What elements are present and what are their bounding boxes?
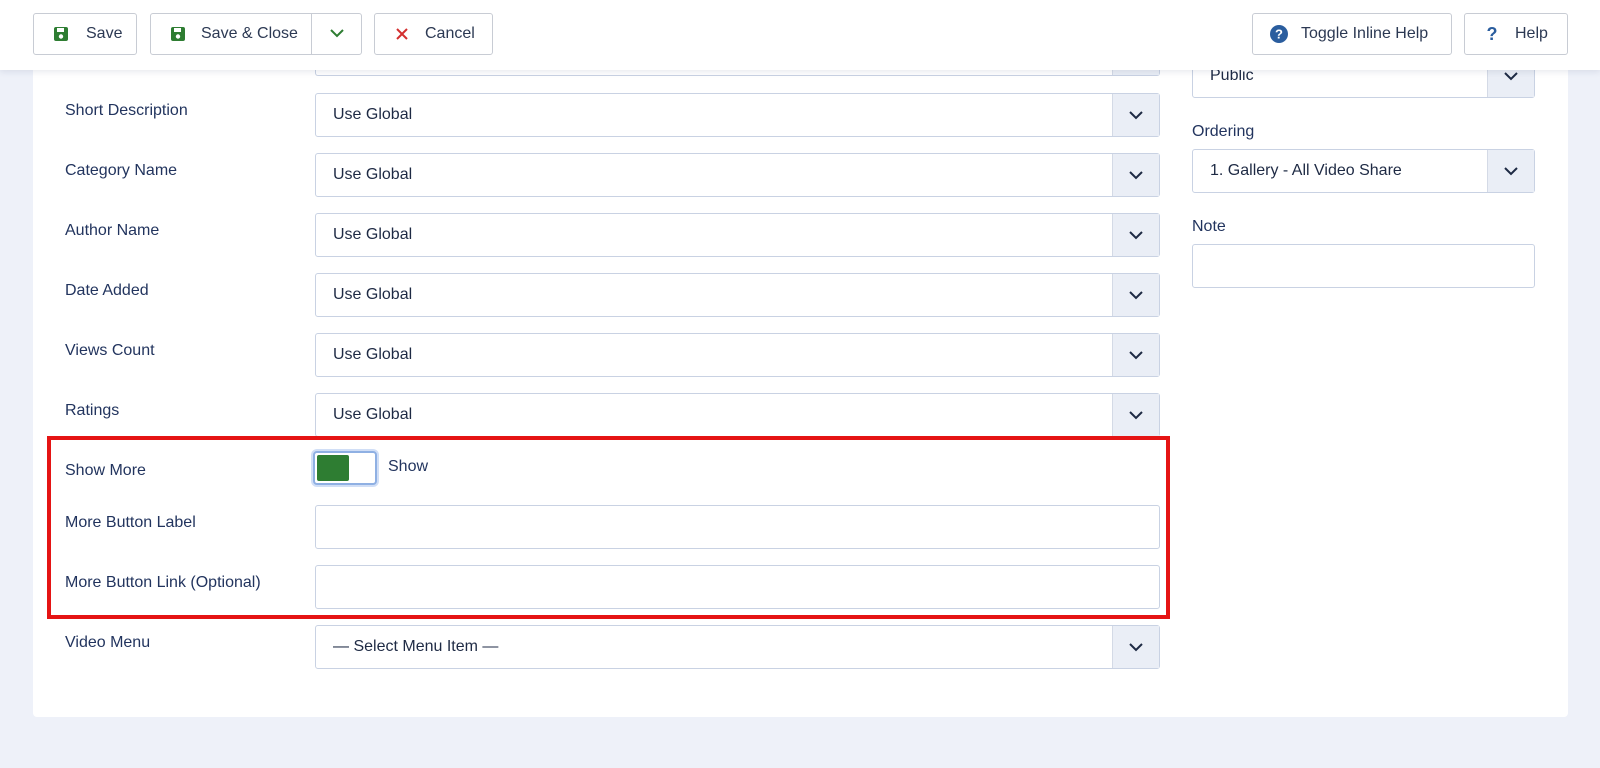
select-value: 1. Gallery - All Video Share	[1210, 162, 1402, 179]
save-close-button-group: Save & Close	[150, 13, 362, 55]
toolbar: Save Save & Close Cancel ? Toggle Inline…	[0, 0, 1600, 70]
label-ordering: Ordering	[1192, 123, 1255, 140]
floppy-disk-icon	[52, 25, 70, 43]
select-value: Use Global	[333, 286, 413, 303]
select-value: Use Global	[333, 406, 413, 423]
question-circle-icon: ?	[1270, 25, 1288, 43]
chevron-down-icon	[1112, 214, 1159, 256]
save-button[interactable]: Save	[33, 13, 137, 55]
select-value: Use Global	[333, 106, 413, 123]
toggle-inline-help-label: Toggle Inline Help	[1301, 25, 1429, 42]
select-short-description[interactable]: Use Global	[315, 93, 1160, 137]
show-more-toggle[interactable]	[313, 451, 377, 485]
save-close-label: Save & Close	[201, 25, 298, 42]
label-author-name: Author Name	[65, 222, 160, 239]
more-button-link-input[interactable]	[315, 565, 1160, 609]
select-value: Use Global	[333, 346, 413, 363]
toggle-knob	[349, 455, 373, 481]
show-more-state-text: Show	[388, 458, 429, 475]
chevron-down-icon	[1112, 154, 1159, 196]
label-show-more: Show More	[65, 462, 146, 479]
chevron-down-icon	[329, 25, 345, 43]
note-input[interactable]	[1192, 244, 1535, 288]
label-video-menu: Video Menu	[65, 634, 151, 651]
close-icon	[393, 25, 411, 43]
save-close-button[interactable]: Save & Close	[151, 14, 312, 54]
select-ratings[interactable]: Use Global	[315, 393, 1160, 437]
chevron-down-icon	[1112, 394, 1159, 436]
help-button[interactable]: ? Help	[1464, 13, 1568, 55]
select-value: — Select Menu Item —	[333, 638, 499, 655]
toggle-inline-help-button[interactable]: ? Toggle Inline Help	[1252, 13, 1452, 55]
chevron-down-icon	[1112, 274, 1159, 316]
chevron-down-icon	[1112, 94, 1159, 136]
svg-text:?: ?	[1275, 27, 1283, 42]
question-mark-icon: ?	[1486, 23, 1498, 44]
select-date-added[interactable]: Use Global	[315, 273, 1160, 317]
help-label: Help	[1515, 25, 1548, 42]
select-author-name[interactable]: Use Global	[315, 213, 1160, 257]
more-button-label-input[interactable]	[315, 505, 1160, 549]
save-options-dropdown-button[interactable]	[312, 14, 361, 54]
select-category-name[interactable]: Use Global	[315, 153, 1160, 197]
chevron-down-icon	[1487, 150, 1534, 192]
select-video-menu[interactable]: — Select Menu Item —	[315, 625, 1160, 669]
select-ordering[interactable]: 1. Gallery - All Video Share	[1192, 149, 1535, 193]
select-value: Use Global	[333, 226, 413, 243]
label-ratings: Ratings	[65, 402, 120, 419]
select-value: Use Global	[333, 166, 413, 183]
chevron-down-icon	[1112, 626, 1159, 668]
label-short-description: Short Description	[65, 102, 188, 119]
label-views-count: Views Count	[65, 342, 155, 359]
label-more-button-label: More Button Label	[65, 514, 196, 531]
select-views-count[interactable]: Use Global	[315, 333, 1160, 377]
label-more-button-link: More Button Link (Optional)	[65, 574, 261, 591]
floppy-disk-icon	[169, 25, 187, 43]
label-category-name: Category Name	[65, 162, 178, 179]
cancel-button[interactable]: Cancel	[374, 13, 493, 55]
save-label: Save	[86, 25, 123, 42]
label-date-added: Date Added	[65, 282, 149, 299]
chevron-down-icon	[1112, 334, 1159, 376]
label-note: Note	[1192, 218, 1226, 235]
toggle-on-fill	[317, 455, 349, 481]
cancel-label: Cancel	[425, 25, 475, 42]
